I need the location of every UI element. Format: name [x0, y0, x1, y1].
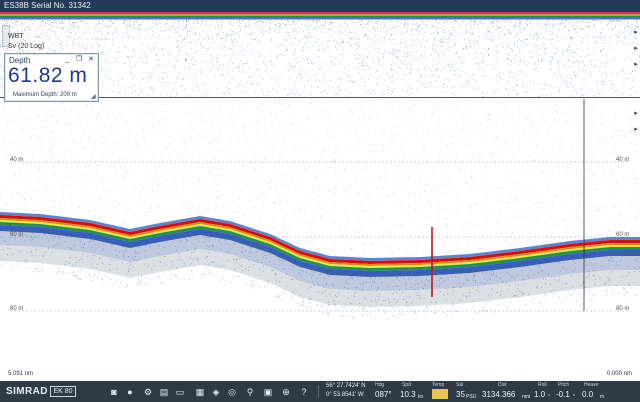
heave-value: 0.0: [582, 390, 594, 399]
record-icon[interactable]: ●: [124, 386, 136, 398]
close-icon[interactable]: ✕: [87, 56, 95, 63]
layers-icon[interactable]: ◈: [210, 386, 222, 398]
pin-icon[interactable]: ⊕: [280, 386, 292, 398]
settings-icon[interactable]: ⚙: [142, 386, 154, 398]
salinity-label: Sal: [456, 382, 464, 388]
depth-panel[interactable]: Depth _ ❐ ✕ 61.82 m Maximum Depth: 200 m…: [4, 53, 99, 102]
target-icon[interactable]: ◎: [226, 386, 238, 398]
surface-stripe: [0, 12, 640, 14]
pitch-label: Pitch: [558, 382, 570, 388]
pitch-unit: °: [573, 394, 575, 400]
title-bar: ES38B Serial No. 31342: [0, 0, 640, 12]
depth-label-left: 80 m: [10, 306, 23, 312]
surface-stripe: [0, 14, 640, 16]
upper-side-icon-2[interactable]: ▸: [633, 44, 639, 54]
zoom-icon[interactable]: ⚲: [244, 386, 256, 398]
main-side-icon-2[interactable]: ▸: [633, 125, 639, 135]
max-depth-value: 200 m: [60, 92, 77, 98]
surface-stripe: [0, 17, 640, 20]
max-depth-line: Maximum Depth: 200 m: [13, 92, 77, 98]
printer-icon[interactable]: ▤: [158, 386, 170, 398]
brand-logo: SIMRAD: [6, 386, 48, 397]
roll-value: 1.0: [534, 390, 546, 399]
camera-icon[interactable]: ◙: [108, 386, 120, 398]
range-left-label: 5.091 nm: [8, 371, 34, 377]
salinity-unit: PSU: [466, 394, 477, 400]
status-separator: [318, 385, 319, 398]
depth-label-right: 60 m: [616, 232, 629, 238]
restore-icon[interactable]: ❐: [75, 56, 83, 63]
longitude: 0° 53.8541' W: [326, 392, 364, 398]
heading-label: Hdg: [375, 382, 385, 388]
speed-label: Spd: [402, 382, 411, 388]
monitor-icon[interactable]: ▭: [174, 386, 186, 398]
roll-unit: °: [548, 394, 550, 400]
depth-label-left: 60 m: [10, 232, 23, 238]
help-icon[interactable]: ?: [298, 386, 310, 398]
depth-label-right: 40 m: [616, 157, 629, 163]
temp-label: Temp: [432, 382, 445, 388]
depth-label-left: 40 m: [10, 157, 23, 163]
main-side-icon-1[interactable]: ▸: [633, 109, 639, 119]
minimize-icon[interactable]: _: [63, 56, 71, 63]
speed-unit: kn: [418, 394, 424, 400]
surface-stripe: [0, 16, 640, 18]
upper-view-label-2: Sv (20 Log): [8, 43, 45, 50]
salinity-value: 35: [456, 390, 465, 399]
heave-unit: m: [600, 394, 605, 400]
heave-label: Heave: [584, 382, 599, 388]
max-depth-label: Maximum Depth:: [13, 92, 59, 98]
speed-value: 10.3: [400, 390, 416, 399]
distance-value: 3134.366: [482, 390, 516, 399]
resize-icon[interactable]: ◢: [91, 94, 97, 100]
model-badge: EK 80: [50, 386, 76, 397]
heading-value: 087°: [375, 390, 392, 399]
distance-unit: nmi: [522, 394, 531, 400]
range-right-label: 0.000 nm: [606, 371, 632, 377]
temp-indicator: [432, 389, 448, 399]
latitude: 56° 27.7424' N: [326, 383, 366, 389]
pitch-value: -0.1: [556, 390, 570, 399]
upper-side-icon-1[interactable]: ▸: [633, 28, 639, 38]
distance-label: Dist: [498, 382, 507, 388]
grid-icon[interactable]: ▦: [194, 386, 206, 398]
app-window: ES38B Serial No. 31342 WBT Sv (20 Log) ▸…: [0, 0, 640, 402]
upper-view-label-1: WBT: [8, 33, 24, 40]
status-bar: SIMRAD EK 80 ◙ ● ⚙ ▤ ▭ ▦ ◈ ◎ ⚲ ▣ ⊕ ? 56°…: [0, 381, 640, 402]
echogram-main-view[interactable]: 40 m 60 m 80 m 40 m 60 m 80 m ▸ ▸: [0, 99, 640, 381]
window-title: ES38B Serial No. 31342: [4, 1, 91, 10]
depth-value: 61.82 m: [8, 64, 88, 87]
upper-side-icon-3[interactable]: ▸: [633, 60, 639, 70]
roll-label: Roll: [538, 382, 547, 388]
window-icon[interactable]: ▣: [262, 386, 274, 398]
depth-label-right: 80 m: [616, 306, 629, 312]
main-echogram-svg: 40 m 60 m 80 m 40 m 60 m 80 m: [0, 99, 640, 319]
